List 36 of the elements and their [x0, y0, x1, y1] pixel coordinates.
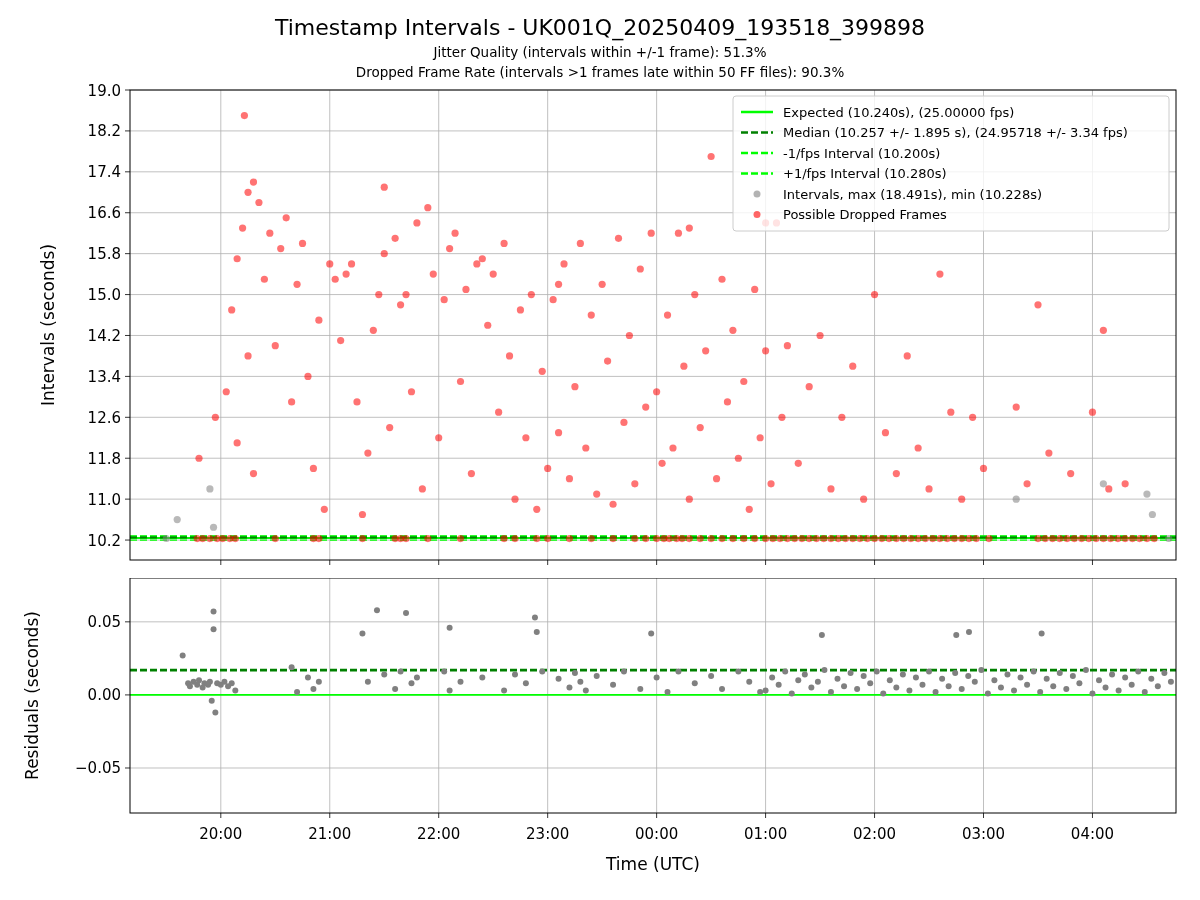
legend-label: Intervals, max (18.491s), min (10.228s) [783, 186, 1042, 202]
y-tick-label: 15.0 [87, 286, 121, 305]
y-tick-label: 11.0 [87, 490, 121, 509]
y-tick-label: 14.2 [87, 327, 121, 345]
y-tick-label: 13.4 [87, 367, 121, 386]
y-tick-label: 16.6 [87, 204, 121, 223]
y-axis-label: Residuals (seconds) [22, 611, 42, 780]
chart-title: Timestamp Intervals - UK001Q_20250409_193518_399898 [274, 14, 926, 42]
x-tick-label: 22:00 [417, 825, 461, 843]
legend-label: Expected (10.240s), (25.00000 fps) [783, 104, 1015, 120]
x-tick-label: 03:00 [961, 825, 1006, 843]
chart-subtitle: Jitter Quality (intervals within +/-1 frame): 51.3% [433, 43, 767, 62]
y-tick-label: 12.6 [87, 408, 121, 427]
x-tick-label: 21:00 [308, 825, 352, 843]
y-tick-label: 10.2 [87, 531, 121, 550]
legend-label: Median (10.257 +/- 1.895 s), (24.95718 +/- 3.34 fps) [783, 125, 1128, 140]
y-tick-label: 0.05 [87, 613, 121, 632]
x-tick-label: 04:00 [1070, 825, 1115, 843]
y-tick-label: 0.00 [87, 686, 121, 705]
y-tick-label: −0.05 [75, 759, 121, 778]
legend-label: +1/fps Interval (10.280s) [783, 166, 947, 181]
legend-label: -1/fps Interval (10.200s) [783, 145, 941, 161]
legend-label: Possible Dropped Frames [783, 207, 947, 222]
y-tick-label: 15.8 [87, 245, 121, 264]
x-tick-label: 20:00 [199, 825, 243, 843]
x-axis-label: Time (UTC) [606, 854, 700, 874]
y-tick-label: 17.4 [87, 163, 121, 182]
x-tick-label: 23:00 [526, 825, 570, 843]
y-axis-label: Intervals (seconds) [38, 243, 58, 407]
x-tick-label: 02:00 [852, 825, 897, 843]
chart-subtitle: Dropped Frame Rate (intervals >1 frames late within 50 FF files): 90.3% [355, 63, 845, 82]
y-tick-label: 18.2 [87, 122, 121, 141]
y-tick-label: 11.8 [87, 449, 121, 468]
x-tick-label: 00:00 [635, 825, 679, 843]
y-tick-label: 19.0 [87, 81, 121, 100]
x-tick-label: 01:00 [743, 825, 788, 843]
